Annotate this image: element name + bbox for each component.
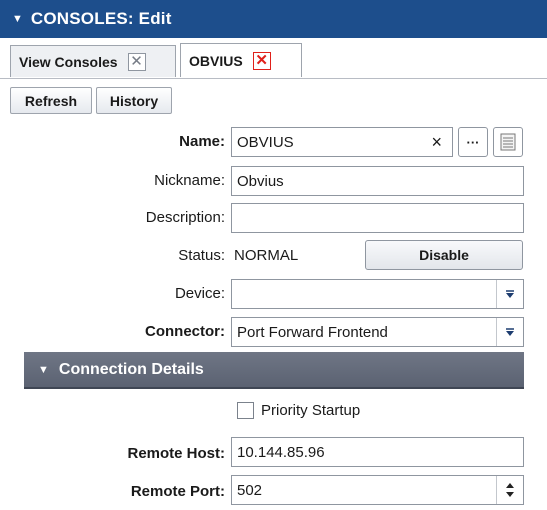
window-titlebar: ▼ CONSOLES: Edit (0, 0, 547, 38)
device-select[interactable] (231, 279, 524, 309)
remote-host-label: Remote Host: (127, 445, 225, 462)
caret-down-icon[interactable]: ▼ (38, 364, 49, 376)
connector-select[interactable]: Port Forward Frontend (231, 317, 524, 347)
remote-port-field[interactable]: 502 (231, 475, 524, 505)
remote-port-label: Remote Port: (130, 483, 225, 500)
connection-details-title: Connection Details (58, 360, 204, 378)
name-label: Name: (179, 133, 225, 150)
nickname-label: Nickname: (154, 172, 225, 189)
remote-host-value: 10.144.85.96 (237, 443, 325, 461)
close-icon[interactable]: ✕ (252, 51, 271, 70)
spinner-icon[interactable] (496, 476, 523, 504)
nickname-value: Obvius (237, 172, 284, 190)
notes-icon[interactable] (493, 127, 523, 157)
refresh-button[interactable]: Refresh (10, 87, 92, 114)
history-button[interactable]: History (96, 87, 172, 114)
status-label: Status: (178, 247, 225, 264)
tab-obvius[interactable]: OBVIUS ✕ (180, 43, 302, 77)
disable-button[interactable]: Disable (365, 240, 523, 270)
remote-host-field[interactable]: 10.144.85.96 (231, 437, 524, 467)
connector-value: Port Forward Frontend (237, 323, 388, 341)
priority-startup-checkbox[interactable] (237, 402, 254, 419)
window-title: CONSOLES: Edit (30, 9, 172, 28)
tab-view-consoles-label: View Consoles (19, 53, 118, 70)
name-value: OBVIUS (237, 133, 294, 151)
tab-view-consoles[interactable]: View Consoles ✕ (10, 45, 176, 77)
priority-startup-label: Priority Startup (261, 402, 361, 419)
connection-details-header[interactable]: ▼ Connection Details (24, 352, 524, 389)
dropdown-arrow-icon[interactable] (496, 318, 523, 346)
dropdown-arrow-icon[interactable] (496, 280, 523, 308)
close-icon[interactable]: ✕ (127, 52, 146, 71)
clear-icon[interactable]: × (431, 132, 442, 153)
device-label: Device: (174, 285, 225, 302)
browse-more-button[interactable]: ··· (458, 127, 488, 157)
remote-port-value: 502 (237, 481, 263, 499)
collapse-caret-icon[interactable]: ▼ (12, 13, 23, 25)
status-value: NORMAL (234, 247, 299, 264)
description-field[interactable] (231, 203, 524, 233)
description-label: Description: (145, 209, 225, 226)
tab-obvius-label: OBVIUS (189, 52, 243, 69)
tab-strip: View Consoles ✕ OBVIUS ✕ (0, 40, 547, 79)
connector-label: Connector: (145, 323, 225, 340)
name-field[interactable]: OBVIUS × (231, 127, 453, 157)
nickname-field[interactable]: Obvius (231, 166, 524, 196)
